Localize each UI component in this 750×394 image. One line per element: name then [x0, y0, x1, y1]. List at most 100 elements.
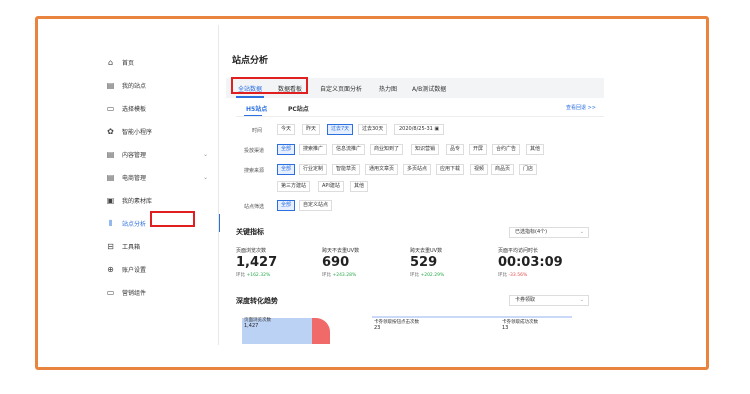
chip-splash[interactable]: 开屏	[469, 144, 488, 155]
chip-third-party[interactable]: 第三方建站	[277, 181, 311, 192]
chip-source-other[interactable]: 其他	[350, 181, 369, 192]
chip-feed-promo[interactable]: 信息流推广	[332, 144, 366, 155]
chip-30days[interactable]: 过去30天	[358, 124, 388, 135]
sidebar-item-content[interactable]: ▤ 内容管理 ⌄	[100, 145, 212, 163]
chip-store[interactable]: 门店	[519, 164, 538, 175]
metric-value: 690	[322, 255, 350, 270]
chip-app-download[interactable]: 应用下载	[436, 164, 465, 175]
sidebar-item-label: 工具箱	[122, 243, 141, 251]
chip-article-page[interactable]: 通用文章页	[365, 164, 399, 175]
filter-label-source: 搜索来源	[244, 168, 265, 174]
sidebar-item-toolbox[interactable]: ⊟ 工具箱	[100, 237, 212, 255]
chip-commerce[interactable]: 商业知到了	[370, 144, 404, 155]
funnel-drop-shape	[312, 318, 330, 344]
sidebar-item-my-sites[interactable]: ▤ 我的站点	[100, 76, 212, 94]
funnel-value: 23	[374, 325, 381, 331]
metric-compare-label: 环比	[322, 273, 331, 278]
highlight-box-tabs	[231, 77, 308, 94]
metric-compare-label: 环比	[236, 273, 245, 278]
rollback-link[interactable]: 查看回退 >>	[566, 104, 596, 111]
key-metrics-title: 关键指标	[236, 228, 264, 236]
metric-compare: 环比 +162.32%	[236, 272, 270, 278]
tab-custom-page[interactable]: 自定义页面分析	[320, 84, 362, 93]
sidebar-item-marketing[interactable]: ▭ 营销组件	[100, 283, 212, 301]
metric-compare: 环比 +243.28%	[322, 272, 356, 278]
chevron-down-icon[interactable]: ⌄	[203, 151, 208, 158]
metric-compare-label: 环比	[410, 273, 419, 278]
metric-change: +162.32%	[246, 273, 271, 278]
metric-change: +202.29%	[420, 273, 445, 278]
metrics-select-value: 已选指标(4个)	[515, 229, 548, 235]
chevron-down-icon: ⌄	[579, 229, 584, 235]
chip-brand[interactable]: 品专	[446, 144, 465, 155]
metric-label: 页面浏览次数	[236, 248, 267, 254]
chip-smart-page[interactable]: 智能草页	[332, 164, 361, 175]
chip-contract-ads[interactable]: 合约广告	[492, 144, 521, 155]
metric-value: 00:03:09	[498, 255, 563, 270]
filter-label-site: 站点筛选	[244, 204, 265, 210]
sidebar-item-miniapp[interactable]: ✿ 智能小程序	[100, 122, 212, 140]
chip-channel-all[interactable]: 全部	[277, 144, 296, 155]
date-range-value: 2020/8/25-31	[399, 126, 433, 132]
metric-label: 跨天不去重UV数	[322, 248, 360, 254]
sidebar-item-home[interactable]: ⌂ 首页	[100, 53, 212, 71]
chip-search-promo[interactable]: 搜索推广	[299, 144, 328, 155]
funnel-value: 1,427	[244, 323, 259, 329]
content-icon: ▤	[106, 149, 115, 159]
subtab-h5[interactable]: H5站点	[246, 104, 267, 113]
highlight-box-sidebar	[150, 211, 195, 227]
sidebar-item-label: 智能小程序	[122, 128, 153, 136]
metric-value: 529	[410, 255, 438, 270]
ecommerce-icon: ▤	[106, 172, 115, 182]
filter-label-channel: 投放渠道	[244, 148, 265, 154]
tab-ab-test[interactable]: A/B测试数据	[412, 84, 446, 93]
conversion-funnel: 页面浏览次数 1,427 卡券领取按钮点击次数 23 卡券领取成功次数 13	[242, 316, 572, 344]
tab-active-underline	[236, 96, 264, 98]
home-icon: ⌂	[107, 57, 114, 67]
chip-knowledge[interactable]: 知识营销	[411, 144, 440, 155]
filter-label-time: 时间	[252, 128, 263, 134]
miniapp-icon: ✿	[107, 126, 114, 136]
chip-product-page[interactable]: 商品页	[491, 164, 515, 175]
chart-icon: ⫴	[108, 218, 113, 228]
chip-api[interactable]: API建站	[318, 181, 344, 192]
metrics-select[interactable]: 已选指标(4个) ⌄	[509, 227, 589, 238]
metric-label: 页面平均访问时长	[498, 248, 539, 254]
funnel-value: 13	[502, 325, 509, 331]
chip-video[interactable]: 视频	[470, 164, 489, 175]
metric-label: 跨天去重UV数	[410, 248, 443, 254]
sidebar-item-label: 营销组件	[122, 289, 147, 297]
chevron-down-icon[interactable]: ⌄	[203, 174, 208, 181]
chip-industry[interactable]: 行业定制	[299, 164, 328, 175]
date-range-picker[interactable]: 2020/8/25-31 ▣	[394, 124, 445, 135]
conversion-select-value: 卡券领取	[515, 297, 536, 303]
metric-value: 1,427	[236, 255, 278, 270]
chip-site-all[interactable]: 全部	[277, 200, 296, 211]
marketing-icon: ▭	[106, 287, 115, 297]
chip-today[interactable]: 今天	[277, 124, 296, 135]
chip-7days[interactable]: 过去7天	[327, 124, 354, 135]
page-title: 站点分析	[232, 56, 269, 66]
material-icon: ▣	[106, 195, 115, 205]
metric-change: +243.28%	[332, 273, 357, 278]
divider	[236, 116, 604, 117]
metric-compare-label: 环比	[498, 273, 507, 278]
chip-source-all[interactable]: 全部	[277, 164, 296, 175]
calendar-icon: ▣	[434, 126, 440, 132]
settings-icon: ⊕	[107, 264, 114, 274]
chip-channel-other[interactable]: 其他	[526, 144, 545, 155]
chip-multi-page[interactable]: 多页站点	[403, 164, 432, 175]
conversion-select[interactable]: 卡券领取 ⌄	[509, 295, 589, 306]
sidebar-item-templates[interactable]: ▭ 选择模板	[100, 99, 212, 117]
conversion-title: 深度转化趋势	[236, 297, 278, 305]
subtab-pc[interactable]: PC站点	[288, 104, 309, 113]
chip-yesterday[interactable]: 昨天	[302, 124, 321, 135]
sidebar-item-label: 账户设置	[122, 266, 147, 274]
template-icon: ▭	[106, 103, 115, 113]
tab-heatmap[interactable]: 热力图	[379, 84, 397, 93]
sidebar-item-ecommerce[interactable]: ▤ 电商管理 ⌄	[100, 168, 212, 186]
sidebar-item-label: 站点分析	[122, 220, 147, 228]
sidebar-item-materials[interactable]: ▣ 我的素材库	[100, 191, 212, 209]
chip-custom-site[interactable]: 自定义站点	[299, 200, 333, 211]
sidebar-item-account[interactable]: ⊕ 账户设置	[100, 260, 212, 278]
